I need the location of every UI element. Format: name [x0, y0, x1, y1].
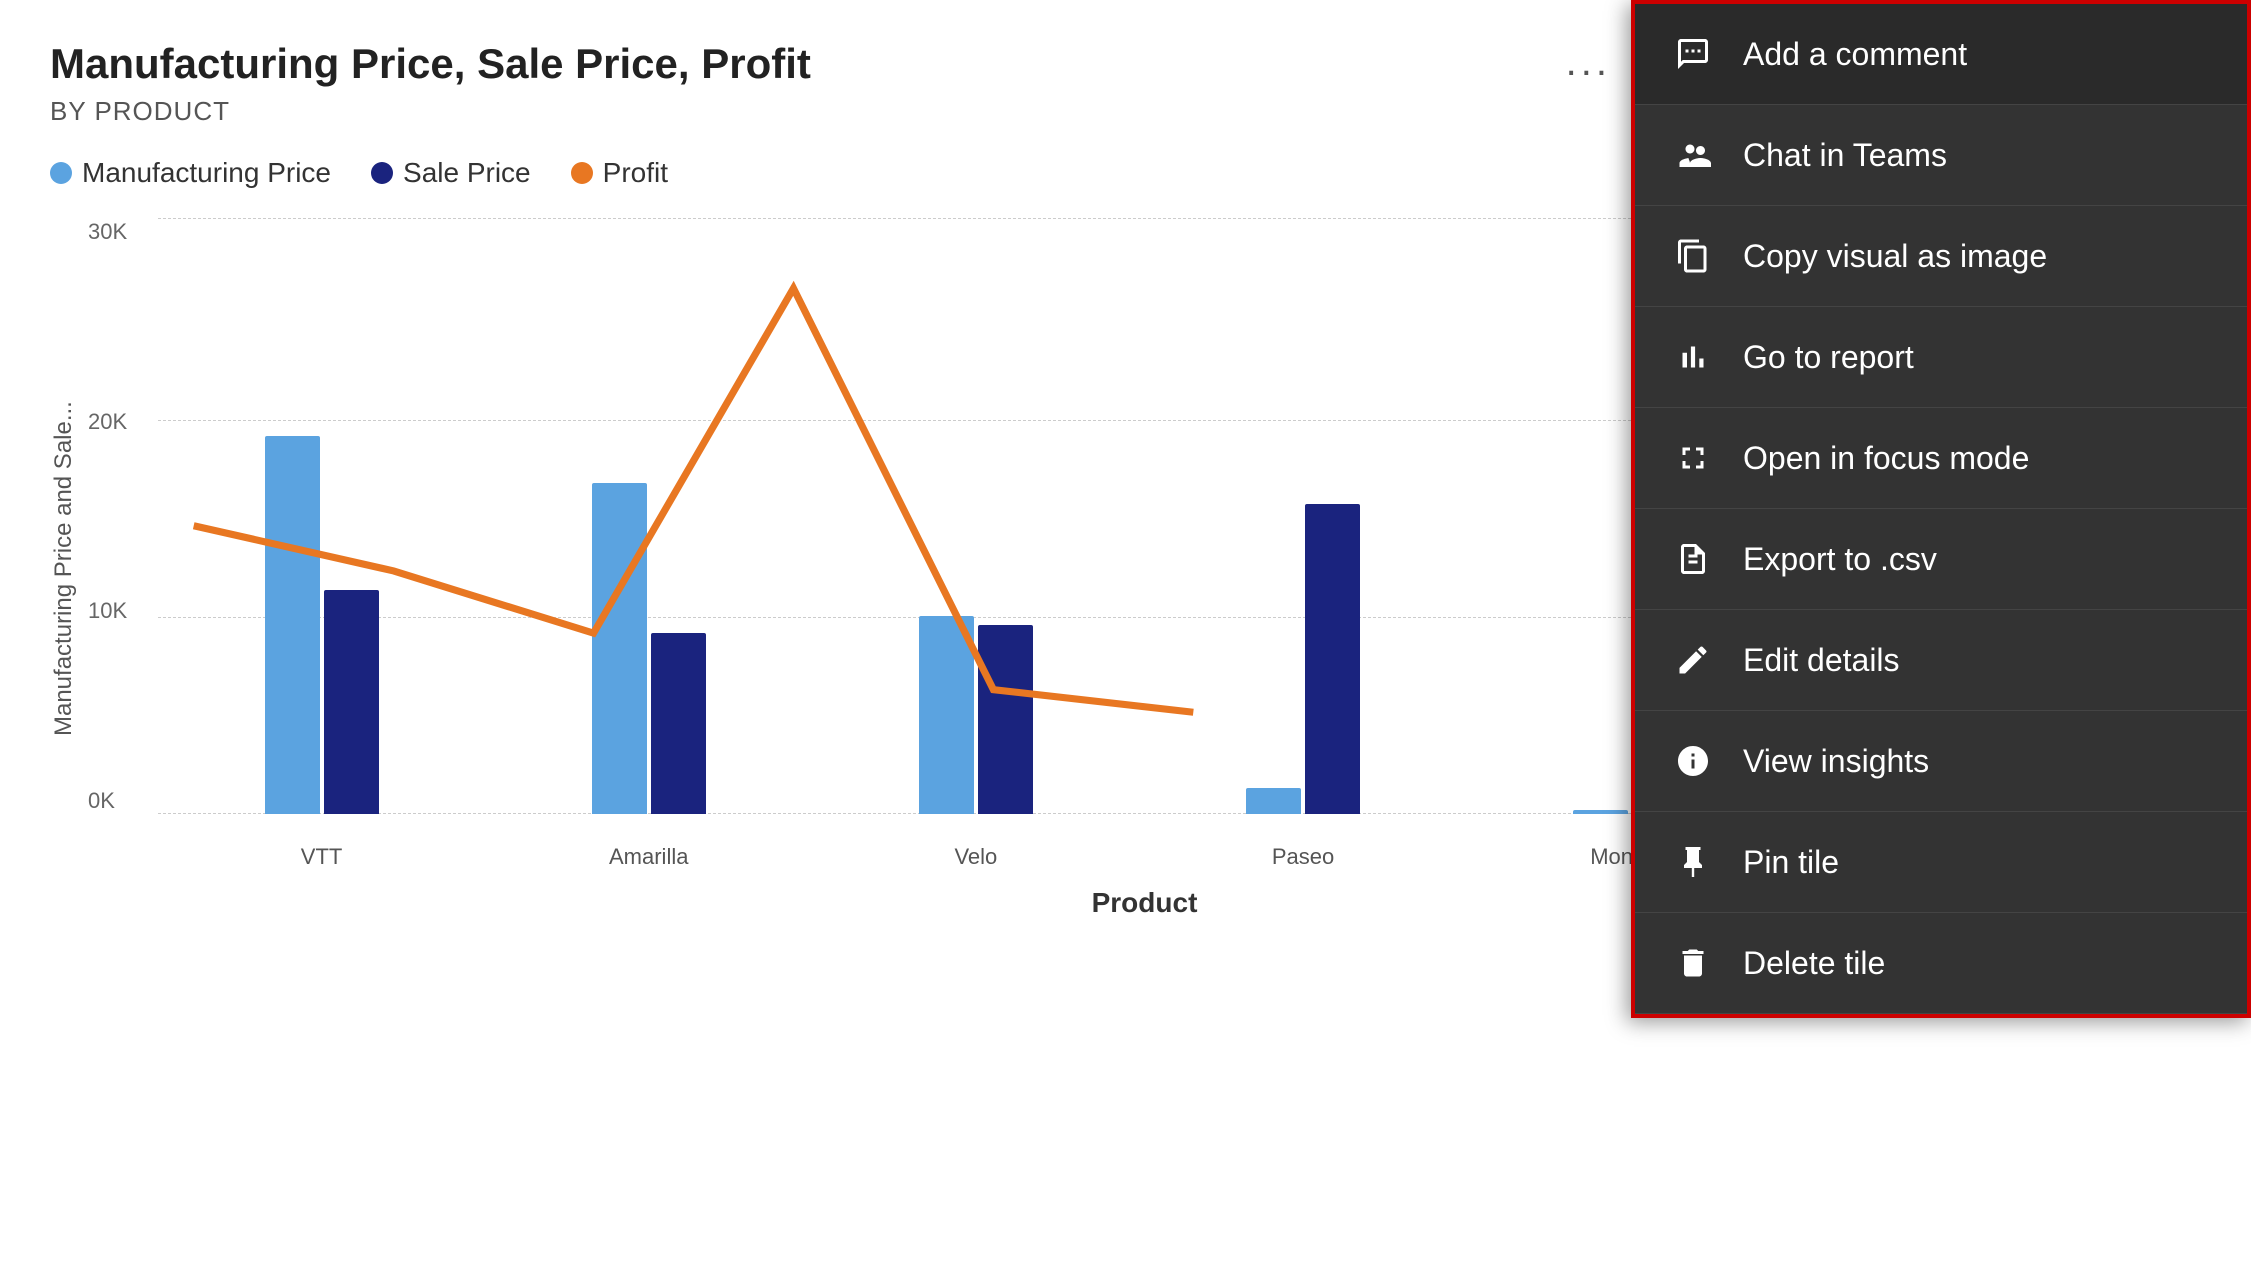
comment-icon — [1671, 32, 1715, 76]
ytick-30k: 30K — [88, 219, 158, 245]
ytick-10k: 10K — [88, 598, 158, 624]
bar-mfg-vtt[interactable] — [265, 436, 320, 814]
export-icon — [1671, 537, 1715, 581]
menu-label-pin-tile: Pin tile — [1743, 844, 1839, 881]
bar-sale-velo[interactable] — [978, 625, 1033, 814]
legend-label-sale: Sale Price — [403, 157, 531, 189]
menu-item-chat-teams[interactable]: Chat in Teams — [1635, 105, 2247, 206]
bar-mfg-paseo[interactable] — [1246, 788, 1301, 814]
legend-dot-sale — [371, 162, 393, 184]
menu-item-focus-mode[interactable]: Open in focus mode — [1635, 408, 2247, 509]
legend-label-profit: Profit — [603, 157, 668, 189]
legend-item-profit: Profit — [571, 157, 668, 189]
x-axis-title: Product — [1092, 887, 1198, 919]
legend-dot-mfg — [50, 162, 72, 184]
menu-label-delete-tile: Delete tile — [1743, 945, 1885, 982]
ytick-0k: 0K — [88, 788, 158, 814]
bar-mfg-velo[interactable] — [919, 616, 974, 814]
menu-label-go-to-report: Go to report — [1743, 339, 1914, 376]
insights-icon — [1671, 739, 1715, 783]
menu-label-export-csv: Export to .csv — [1743, 541, 1937, 578]
more-options-button[interactable]: ... — [1566, 40, 1611, 85]
delete-icon — [1671, 941, 1715, 985]
y-axis-label: Manufacturing Price and Sale... — [50, 219, 78, 919]
x-label-amarilla: Amarilla — [609, 844, 689, 870]
copy-icon — [1671, 234, 1715, 278]
bar-group-vtt — [265, 436, 379, 814]
menu-label-chat-teams: Chat in Teams — [1743, 137, 1947, 174]
menu-item-copy-visual[interactable]: Copy visual as image — [1635, 206, 2247, 307]
context-menu: Add a comment Chat in Teams Copy visual as… — [1631, 0, 2251, 1018]
chart-icon — [1671, 335, 1715, 379]
menu-label-copy-visual: Copy visual as image — [1743, 238, 2047, 275]
menu-label-add-comment: Add a comment — [1743, 36, 1967, 73]
bar-sale-amarilla[interactable] — [651, 633, 706, 814]
legend-item-sale: Sale Price — [371, 157, 531, 189]
x-label-velo: Velo — [936, 844, 1016, 870]
y-ticks-left: 0K 10K 20K 30K — [88, 219, 158, 814]
menu-item-delete-tile[interactable]: Delete tile — [1635, 913, 2247, 1014]
bar-group-velo — [919, 616, 1033, 814]
bar-sale-vtt[interactable] — [324, 590, 379, 814]
teams-icon — [1671, 133, 1715, 177]
ytick-20k: 20K — [88, 409, 158, 435]
legend-label-mfg: Manufacturing Price — [82, 157, 331, 189]
main-container: ... Manufacturing Price, Sale Price, Pro… — [0, 0, 2251, 1270]
legend-item-mfg: Manufacturing Price — [50, 157, 331, 189]
menu-label-focus-mode: Open in focus mode — [1743, 440, 2029, 477]
menu-label-view-insights: View insights — [1743, 743, 1929, 780]
pin-icon — [1671, 840, 1715, 884]
focus-icon — [1671, 436, 1715, 480]
edit-icon — [1671, 638, 1715, 682]
menu-item-pin-tile[interactable]: Pin tile — [1635, 812, 2247, 913]
x-label-vtt: VTT — [282, 844, 362, 870]
bar-mfg-amarilla[interactable] — [592, 483, 647, 814]
legend-dot-profit — [571, 162, 593, 184]
bar-mfg-montana[interactable] — [1573, 810, 1628, 814]
menu-item-add-comment[interactable]: Add a comment — [1635, 4, 2247, 105]
bar-group-paseo — [1246, 504, 1360, 814]
menu-item-go-to-report[interactable]: Go to report — [1635, 307, 2247, 408]
menu-label-edit-details: Edit details — [1743, 642, 1900, 679]
bar-group-amarilla — [592, 483, 706, 814]
menu-item-view-insights[interactable]: View insights — [1635, 711, 2247, 812]
x-label-paseo: Paseo — [1263, 844, 1343, 870]
menu-item-edit-details[interactable]: Edit details — [1635, 610, 2247, 711]
menu-item-export-csv[interactable]: Export to .csv — [1635, 509, 2247, 610]
bar-sale-paseo[interactable] — [1305, 504, 1360, 814]
